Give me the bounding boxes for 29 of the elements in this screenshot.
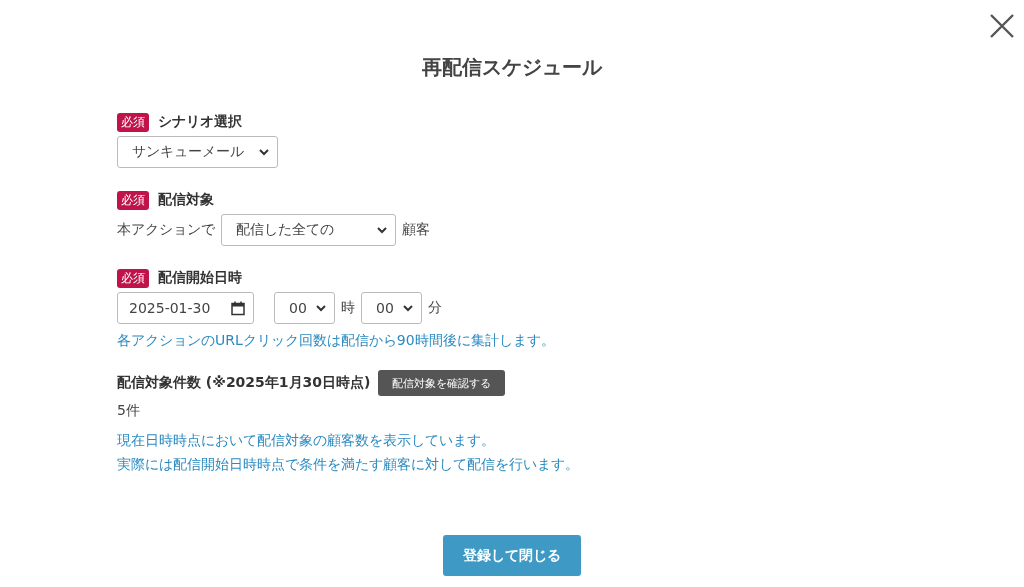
field-label: 配信開始日時 [158, 269, 242, 287]
note-text: 実際には配信開始日時時点で条件を満たす顧客に対して配信を行います。 [117, 455, 580, 474]
minute-unit: 分 [428, 299, 442, 317]
field-label: シナリオ選択 [158, 113, 242, 131]
required-badge: 必須 [117, 112, 149, 132]
count-value: 5件 [117, 402, 141, 420]
scenario-select[interactable]: サンキューメール [117, 136, 278, 168]
hour-unit: 時 [341, 299, 355, 317]
suffix-text: 顧客 [402, 221, 430, 239]
close-icon [989, 13, 1015, 39]
caret-icon [377, 226, 387, 234]
minute-select[interactable]: 00 [361, 292, 422, 324]
caret-icon [403, 304, 413, 312]
required-badge: 必須 [117, 190, 149, 210]
field-label: 配信対象 [158, 191, 214, 209]
calendar-icon [231, 300, 245, 316]
hour-select[interactable]: 00 [274, 292, 335, 324]
target-select[interactable]: 配信した全ての [221, 214, 396, 246]
close-button[interactable] [988, 12, 1016, 40]
note-text: 現在日時時点において配信対象の顧客数を表示しています。 [117, 431, 496, 450]
count-label: 配信対象件数 (※2025年1月30日時点) [117, 374, 371, 392]
dialog-title: 再配信スケジュール [421, 54, 604, 81]
date-field[interactable]: 2025-01-30 [117, 292, 254, 324]
caret-icon [259, 148, 269, 156]
caret-icon [316, 304, 326, 312]
required-badge: 必須 [117, 268, 149, 288]
prefix-text: 本アクションで [117, 221, 215, 239]
note-text: 各アクションのURLクリック回数は配信から90時間後に集計します。 [117, 331, 556, 350]
confirm-button[interactable]: 配信対象を確認する [378, 370, 506, 396]
